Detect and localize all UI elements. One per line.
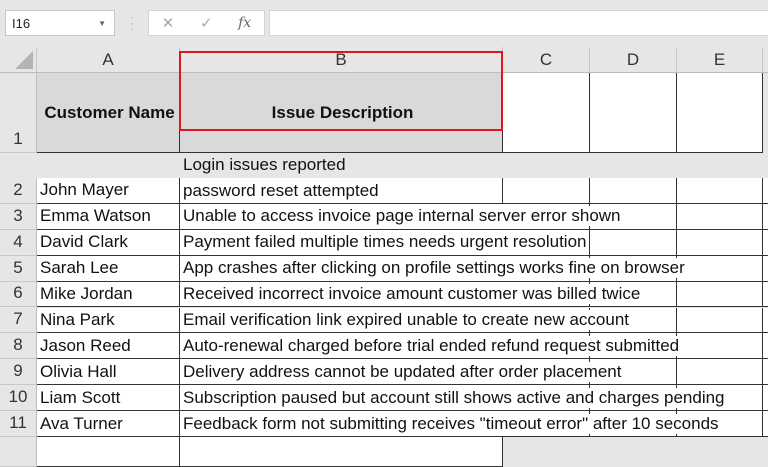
- customer-name-cell[interactable]: Sarah Lee: [37, 255, 180, 282]
- row-header-1[interactable]: 1: [0, 73, 37, 153]
- name-box[interactable]: I16 ▼: [5, 10, 115, 36]
- issue-description-cell[interactable]: Subscription paused but account still sh…: [180, 385, 727, 412]
- issue-line: password reset attempted: [183, 180, 379, 200]
- customer-name-cell[interactable]: Nina Park: [37, 307, 180, 334]
- issue-text: Payment failed multiple times needs urge…: [183, 232, 589, 253]
- column-header-next[interactable]: [763, 47, 768, 73]
- empty-cell[interactable]: [677, 229, 763, 256]
- issue-text: App crashes after clicking on profile se…: [183, 258, 687, 279]
- issue-description-cell[interactable]: Unable to access invoice page internal s…: [180, 203, 623, 230]
- issue-description-cell[interactable]: Delivery address cannot be updated after…: [180, 359, 624, 386]
- select-all-button[interactable]: [0, 47, 37, 73]
- issue-text: Subscription paused but account still sh…: [183, 387, 727, 408]
- issue-text: Email verification link expired unable t…: [183, 309, 632, 330]
- issue-description-cell[interactable]: App crashes after clicking on profile se…: [180, 255, 687, 282]
- chevron-down-icon[interactable]: ▼: [98, 19, 106, 28]
- cancel-icon[interactable]: ✕: [162, 14, 175, 32]
- empty-cell[interactable]: [677, 203, 763, 230]
- formula-input[interactable]: [269, 10, 768, 36]
- formula-buttons: ✕ ✓ fx: [148, 10, 265, 36]
- empty-cell[interactable]: [677, 255, 763, 282]
- customer-name-cell[interactable]: Jason Reed: [37, 333, 180, 360]
- empty-cell[interactable]: [590, 178, 677, 204]
- customer-name-cell[interactable]: Mike Jordan: [37, 281, 180, 308]
- empty-cell[interactable]: [763, 385, 768, 412]
- empty-cell[interactable]: [763, 255, 768, 282]
- empty-cell[interactable]: [763, 203, 768, 230]
- row-header-2[interactable]: 2: [0, 178, 37, 204]
- issue-description-cell[interactable]: Auto-renewal charged before trial ended …: [180, 333, 682, 360]
- enter-icon[interactable]: ✓: [200, 14, 213, 32]
- empty-cell[interactable]: [677, 333, 763, 360]
- row-header-6[interactable]: 6: [0, 281, 37, 308]
- column-header-E[interactable]: E: [677, 47, 763, 73]
- formula-bar: I16 ▼ · · · ✕ ✓ fx: [0, 0, 768, 47]
- selected-cell-highlight: [179, 51, 503, 131]
- empty-cell[interactable]: [503, 73, 590, 153]
- row-header-8[interactable]: 8: [0, 333, 37, 360]
- empty-cell[interactable]: [677, 281, 763, 308]
- issue-line: Login issues reported: [183, 155, 346, 175]
- customer-name-cell[interactable]: Liam Scott: [37, 385, 180, 412]
- empty-cell[interactable]: [180, 437, 503, 467]
- issue-text: Auto-renewal charged before trial ended …: [183, 335, 682, 356]
- customer-name-cell[interactable]: John Mayer: [37, 178, 180, 204]
- drag-handle-icon[interactable]: · · ·: [130, 11, 134, 35]
- empty-cell[interactable]: [677, 359, 763, 386]
- issue-description-cell[interactable]: Received incorrect invoice amount custom…: [180, 281, 643, 308]
- row-header-12[interactable]: [0, 437, 37, 467]
- customer-name-cell[interactable]: Emma Watson: [37, 203, 180, 230]
- empty-cell[interactable]: [37, 437, 180, 467]
- column-header-A[interactable]: A: [37, 47, 180, 73]
- name-box-value: I16: [12, 16, 31, 31]
- issue-text: Feedback form not submitting receives "t…: [183, 413, 721, 434]
- issue-text: Received incorrect invoice amount custom…: [183, 284, 643, 305]
- empty-cell[interactable]: [763, 229, 768, 256]
- empty-cell[interactable]: [590, 73, 677, 153]
- customer-name-cell[interactable]: Olivia Hall: [37, 359, 180, 386]
- empty-cell[interactable]: [763, 178, 768, 204]
- empty-cell[interactable]: [763, 333, 768, 360]
- column-header-D[interactable]: D: [590, 47, 677, 73]
- empty-cell[interactable]: [590, 229, 677, 256]
- empty-cell[interactable]: [763, 281, 768, 308]
- empty-cell[interactable]: [763, 359, 768, 386]
- column-header-C[interactable]: C: [503, 47, 590, 73]
- issue-text: Delivery address cannot be updated after…: [183, 361, 624, 382]
- customer-name-cell[interactable]: David Clark: [37, 229, 180, 256]
- issue-description-cell[interactable]: Payment failed multiple times needs urge…: [180, 229, 589, 256]
- issue-description-cell[interactable]: Login issues reported password reset atte…: [180, 155, 503, 225]
- row-header-3[interactable]: 3: [0, 203, 37, 230]
- row-header-4[interactable]: 4: [0, 229, 37, 256]
- row-header-7[interactable]: 7: [0, 307, 37, 334]
- empty-cell[interactable]: [677, 307, 763, 334]
- row-header-10[interactable]: 10: [0, 385, 37, 412]
- insert-function-icon[interactable]: fx: [238, 15, 251, 31]
- row-header-9[interactable]: 9: [0, 359, 37, 386]
- issue-description-cell[interactable]: Email verification link expired unable t…: [180, 307, 632, 334]
- empty-cell[interactable]: [677, 73, 763, 153]
- row-header-5[interactable]: 5: [0, 255, 37, 282]
- empty-cell[interactable]: [677, 178, 763, 204]
- issue-text: Unable to access invoice page internal s…: [183, 206, 623, 227]
- empty-cell[interactable]: [503, 178, 590, 204]
- empty-cell[interactable]: [763, 307, 768, 334]
- header-customer-name[interactable]: Customer Name: [37, 73, 180, 153]
